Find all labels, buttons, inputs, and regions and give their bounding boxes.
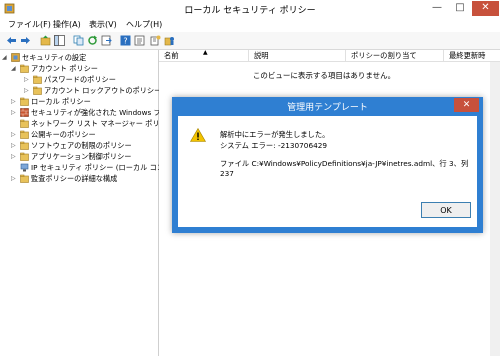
svg-text:?: ? xyxy=(123,37,127,46)
new-policy-icon[interactable] xyxy=(150,35,161,46)
expand-icon[interactable]: ▷ xyxy=(11,140,16,151)
menu-view[interactable]: 表示(V) xyxy=(89,19,117,30)
up-icon[interactable] xyxy=(40,35,51,46)
collapse-icon[interactable]: ◢ xyxy=(2,52,7,63)
close-button[interactable]: ✕ xyxy=(472,1,499,16)
system-error-code: システム エラー: -2130706429 xyxy=(220,141,328,150)
folder-icon xyxy=(20,119,29,128)
delegate-icon[interactable] xyxy=(164,35,175,46)
warning-icon xyxy=(189,127,207,142)
tree-item-label: パスワードのポリシー xyxy=(44,75,116,84)
tree-item-label: ネットワーク リスト マネージャー ポリシー xyxy=(31,119,174,128)
menu-file[interactable]: ファイル(F) xyxy=(8,19,51,30)
expand-icon[interactable]: ▷ xyxy=(11,151,16,162)
properties-icon[interactable] xyxy=(134,35,145,46)
empty-view-message: このビューに表示する項目はありません。 xyxy=(252,71,396,80)
vertical-scrollbar[interactable] xyxy=(490,62,500,356)
column-policy-assignment[interactable]: ポリシーの割り当て xyxy=(346,50,444,62)
expand-icon[interactable]: ▷ xyxy=(24,85,29,96)
folder-icon xyxy=(20,152,29,161)
tree-item-label: セキュリティの設定 xyxy=(22,53,87,62)
show-tree-icon[interactable] xyxy=(54,35,65,46)
folder-icon xyxy=(20,130,29,139)
error-dialog: 管理用テンプレート ✕ 解析中にエラーが発生しました。 システム エラー: -2… xyxy=(172,97,483,233)
tree-item-label: セキュリティが強化された Windows ファイ xyxy=(31,108,176,117)
dialog-close-button[interactable]: ✕ xyxy=(454,98,479,112)
folder-icon xyxy=(33,86,42,95)
error-message: 解析中にエラーが発生しました。 xyxy=(220,130,330,139)
expand-icon[interactable]: ▷ xyxy=(24,74,29,85)
forward-icon[interactable] xyxy=(20,35,31,46)
dialog-body: 解析中にエラーが発生しました。 システム エラー: -2130706429 ファ… xyxy=(178,116,477,227)
main-window: ローカル セキュリティ ポリシー — □ ✕ ファイル(F) 操作(A) 表示(… xyxy=(0,0,500,356)
back-icon[interactable] xyxy=(6,35,17,46)
column-description[interactable]: 説明 xyxy=(249,50,346,62)
tree-item-label: ローカル ポリシー xyxy=(31,97,91,106)
maximize-button[interactable]: □ xyxy=(449,1,471,16)
minimize-button[interactable]: — xyxy=(426,1,448,16)
menu-action[interactable]: 操作(A) xyxy=(53,19,81,30)
refresh-icon[interactable] xyxy=(87,35,98,46)
toolbar: ? xyxy=(0,32,500,50)
folder-icon xyxy=(33,75,42,84)
copy-icon[interactable] xyxy=(73,35,84,46)
window-title: ローカル セキュリティ ポリシー xyxy=(184,6,316,16)
tree-item-label: アカウント ポリシー xyxy=(31,64,98,73)
tree-item-label: 公開キーのポリシー xyxy=(31,130,96,139)
column-name[interactable]: 名前 ▲ xyxy=(159,49,249,62)
expand-icon[interactable]: ▷ xyxy=(11,107,16,118)
tree-item-label: アカウント ロックアウトのポリシー xyxy=(44,86,162,95)
collapse-icon[interactable]: ◢ xyxy=(11,63,16,74)
tree-item-label: IP セキュリティ ポリシー (ローカル コンピュ xyxy=(31,163,179,172)
policy-tree: ◢ セキュリティの設定 ◢ アカウント ポリシー ▷ パスワードのポリシー ▷ … xyxy=(0,50,178,356)
menu-bar: ファイル(F) 操作(A) 表示(V) ヘルプ(H) xyxy=(0,18,500,32)
title-bar: ローカル セキュリティ ポリシー — □ ✕ xyxy=(0,0,500,18)
security-settings-icon xyxy=(11,53,20,62)
tree-item-label: 監査ポリシーの詳細な構成 xyxy=(31,174,118,183)
expand-icon[interactable]: ▷ xyxy=(11,129,16,140)
folder-icon xyxy=(20,97,29,106)
dialog-title: 管理用テンプレート xyxy=(287,103,368,113)
expand-icon[interactable]: ▷ xyxy=(11,173,16,184)
folder-open-icon xyxy=(20,64,29,73)
sort-ascending-icon: ▲ xyxy=(203,49,208,56)
error-file-detail: ファイル C:¥Windows¥PolicyDefinitions¥ja-JP¥… xyxy=(220,159,469,178)
column-label: 名前 xyxy=(164,51,179,60)
help-icon[interactable]: ? xyxy=(120,35,131,46)
folder-icon xyxy=(20,174,29,183)
export-icon[interactable] xyxy=(101,35,112,46)
column-last-modified[interactable]: 最終更新時 xyxy=(444,50,500,62)
folder-icon xyxy=(20,141,29,150)
menu-help[interactable]: ヘルプ(H) xyxy=(126,19,162,30)
firewall-icon xyxy=(20,108,29,117)
expand-icon[interactable]: ▷ xyxy=(11,96,16,107)
tree-item-label: アプリケーション制御ポリシー xyxy=(31,152,132,161)
ip-security-icon xyxy=(20,163,29,172)
ok-button[interactable]: OK xyxy=(421,202,471,218)
tree-item-label: ソフトウェアの制限のポリシー xyxy=(31,141,132,150)
